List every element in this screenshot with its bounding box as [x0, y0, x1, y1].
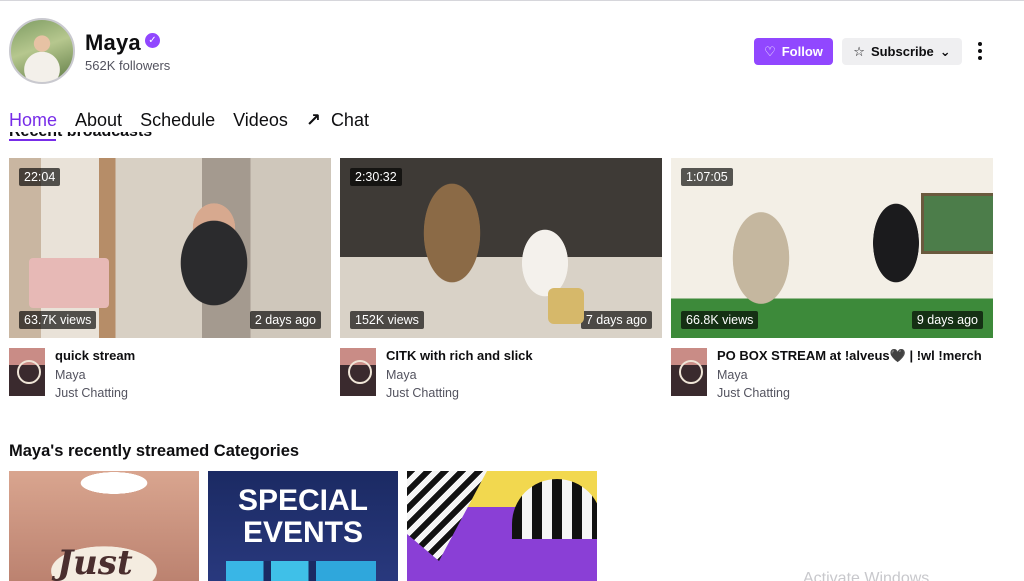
video-channel[interactable]: Maya [717, 368, 748, 382]
tab-home[interactable]: Home [9, 110, 57, 131]
palm-leaf-art [407, 471, 487, 561]
video-thumbnail[interactable]: 1:07:05 66.8K views 9 days ago [671, 158, 993, 338]
views-badge: 63.7K views [19, 311, 97, 329]
category-boxart[interactable] [671, 348, 707, 396]
duration-badge: 22:04 [19, 168, 61, 186]
more-options-icon[interactable] [972, 40, 988, 62]
channel-name[interactable]: Maya [85, 30, 141, 56]
category-art-text: Just [57, 543, 133, 581]
category-tile-beach[interactable] [407, 471, 597, 581]
views-badge: 152K views [350, 311, 424, 329]
duration-badge: 1:07:05 [681, 168, 733, 186]
subscribe-button[interactable]: ☆ Subscribe ⌄ [842, 38, 962, 65]
follow-label: Follow [781, 44, 823, 59]
video-thumbnail[interactable]: 2:30:32 152K views 7 days ago [340, 158, 662, 338]
category-art-text: SPECIAL [237, 484, 369, 517]
video-meta: CITK with rich and slick Maya Just Chatt… [340, 348, 662, 408]
video-meta: quick stream Maya Just Chatting [9, 348, 331, 408]
follower-count: 562K followers [85, 58, 171, 73]
age-badge: 2 days ago [249, 311, 321, 329]
views-badge: 66.8K views [681, 311, 759, 329]
umbrella-art [512, 479, 597, 539]
video-channel[interactable]: Maya [386, 368, 417, 382]
category-boxart[interactable] [340, 348, 376, 396]
category-tile-special-events[interactable]: SPECIAL EVENTS [208, 471, 398, 581]
channel-avatar[interactable] [9, 18, 75, 84]
duration-badge: 2:30:32 [350, 168, 402, 186]
category-art-strip [226, 561, 376, 581]
video-channel[interactable]: Maya [55, 368, 86, 382]
subscribe-label: Subscribe [870, 44, 934, 59]
video-category[interactable]: Just Chatting [386, 386, 459, 400]
video-card: 2:30:32 152K views 7 days ago CITK with … [340, 158, 662, 408]
video-category[interactable]: Just Chatting [717, 386, 790, 400]
tab-chat-label: Chat [330, 110, 369, 130]
activate-windows-watermark: Activate Windows [803, 570, 930, 581]
video-title[interactable]: PO BOX STREAM at !alveus🖤 | !wl !merch [717, 348, 982, 364]
video-title[interactable]: quick stream [55, 348, 135, 363]
follow-button[interactable]: ♡ Follow [754, 38, 833, 65]
tab-about[interactable]: About [75, 110, 122, 131]
tab-chat[interactable]: ↗ Chat [306, 110, 369, 131]
video-card: 22:04 63.7K views 2 days ago quick strea… [9, 158, 331, 408]
active-tab-indicator [9, 139, 56, 141]
video-category[interactable]: Just Chatting [55, 386, 128, 400]
heart-icon: ♡ [764, 43, 776, 59]
age-badge: 9 days ago [911, 311, 983, 329]
video-title[interactable]: CITK with rich and slick [386, 348, 533, 363]
channel-tabs: Home About Schedule Videos ↗ Chat [9, 110, 369, 131]
arrow-up-right-icon: ↗ [305, 110, 321, 130]
category-tile-just-chatting[interactable]: Just [9, 471, 199, 581]
tab-schedule[interactable]: Schedule [140, 110, 215, 131]
verified-badge-icon: ✓ [145, 33, 160, 48]
category-art-text: EVENTS [242, 516, 364, 549]
top-border [0, 0, 1024, 1]
age-badge: 7 days ago [580, 311, 652, 329]
categories-heading: Maya's recently streamed Categories [9, 442, 300, 460]
video-meta: PO BOX STREAM at !alveus🖤 | !wl !merch M… [671, 348, 993, 408]
star-icon: ☆ [853, 43, 865, 59]
video-card: 1:07:05 66.8K views 9 days ago PO BOX ST… [671, 158, 993, 408]
chevron-down-icon: ⌄ [939, 43, 951, 59]
video-thumbnail[interactable]: 22:04 63.7K views 2 days ago [9, 158, 331, 338]
tab-videos[interactable]: Videos [233, 110, 288, 131]
category-boxart[interactable] [9, 348, 45, 396]
